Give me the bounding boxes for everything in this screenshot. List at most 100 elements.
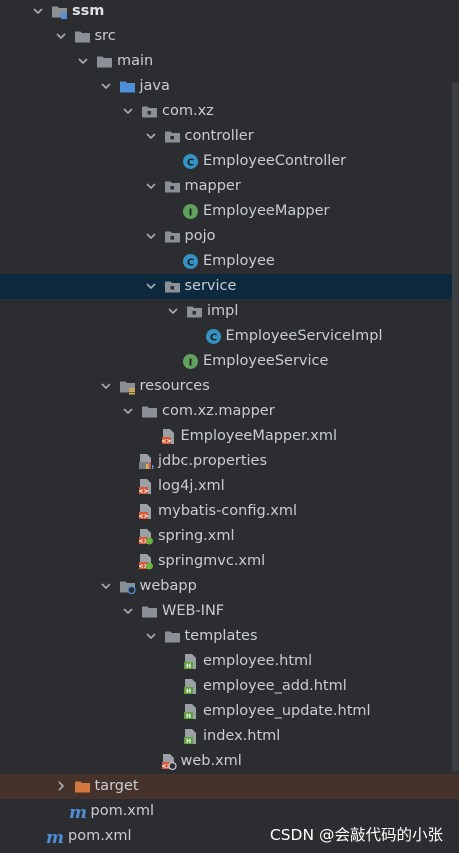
tree-row-java[interactable]: java (0, 74, 459, 99)
chevron-down-icon[interactable] (145, 180, 157, 192)
tree-item-label: index.html (203, 728, 281, 744)
chevron-down-icon[interactable] (145, 130, 157, 142)
chevron-down-icon[interactable] (77, 55, 89, 67)
tree-row-index-html[interactable]: Hindex.html (0, 724, 459, 749)
tree-item-label: controller (184, 128, 254, 144)
excluded-folder-icon (74, 778, 91, 795)
svg-text:H: H (186, 688, 191, 695)
html-file-icon: H (182, 678, 199, 695)
tree-item-label: mybatis-config.xml (158, 503, 298, 519)
folder-icon (74, 28, 91, 45)
tree-row-employee-update-html[interactable]: Hemployee_update.html (0, 699, 459, 724)
tree-row-springmvc-xml[interactable]: <> springmvc.xml (0, 549, 459, 574)
svg-text:C: C (209, 333, 216, 344)
java-class-icon: C (182, 153, 199, 170)
properties-file-icon (137, 453, 154, 470)
tree-item-label: EmployeeMapper (203, 203, 330, 219)
svg-text:C: C (187, 258, 194, 269)
tree-row-jdbc-properties[interactable]: jdbc.properties (0, 449, 459, 474)
svg-text:m: m (47, 828, 64, 845)
folder-icon (141, 403, 158, 420)
maven-file-icon: m (47, 828, 64, 845)
chevron-down-icon[interactable] (32, 5, 44, 17)
tree-item-label: EmployeeMapper.xml (180, 428, 338, 444)
tree-row-pojo[interactable]: pojo (0, 224, 459, 249)
tree-row-ssm[interactable]: ssm (0, 0, 459, 24)
chevron-down-icon[interactable] (145, 280, 157, 292)
package-icon (186, 303, 203, 320)
module-folder-icon (51, 3, 68, 20)
tree-item-label: Employee (203, 253, 275, 269)
chevron-down-icon[interactable] (100, 80, 112, 92)
tree-row-target[interactable]: target (0, 774, 459, 799)
tree-row-spring-xml[interactable]: <> spring.xml (0, 524, 459, 549)
tree-row-web-xml[interactable]: <> web.xml (0, 749, 459, 774)
java-interface-icon: I (182, 353, 199, 370)
tree-row-com-xz[interactable]: com.xz (0, 99, 459, 124)
chevron-down-icon[interactable] (145, 230, 157, 242)
xml-file-icon: <> (137, 478, 154, 495)
tree-item-label: mapper (184, 178, 241, 194)
tree-row-webapp[interactable]: webapp (0, 574, 459, 599)
folder-icon (96, 53, 113, 70)
tree-row-resources[interactable]: resources (0, 374, 459, 399)
tree-item-label: resources (139, 378, 210, 394)
tree-row-employeemapper[interactable]: I EmployeeMapper (0, 199, 459, 224)
chevron-down-icon[interactable] (122, 605, 134, 617)
tree-row-employeeserviceimpl[interactable]: C EmployeeServiceImpl (0, 324, 459, 349)
chevron-down-icon[interactable] (145, 630, 157, 642)
tree-row-log4j-xml[interactable]: <> log4j.xml (0, 474, 459, 499)
tree-row-mapper[interactable]: mapper (0, 174, 459, 199)
tree-row-employeecontroller[interactable]: C EmployeeController (0, 149, 459, 174)
xml-file-icon: <> (160, 428, 177, 445)
package-icon (164, 228, 181, 245)
tree-row-employee-add-html[interactable]: Hemployee_add.html (0, 674, 459, 699)
chevron-down-icon[interactable] (122, 405, 134, 417)
tree-item-label: src (94, 28, 116, 44)
web-folder-icon (119, 578, 136, 595)
tree-row-pom-xml[interactable]: m pom.xml (0, 799, 459, 824)
tree-item-label: web.xml (180, 753, 242, 769)
tree-item-label: pojo (184, 228, 216, 244)
tree-row-employee-html[interactable]: Hemployee.html (0, 649, 459, 674)
tree-row-service[interactable]: service (0, 274, 459, 299)
package-icon (164, 278, 181, 295)
tree-item-label: webapp (139, 578, 197, 594)
tree-item-label: com.xz.mapper (162, 403, 275, 419)
tree-item-label: ssm (72, 3, 105, 19)
tree-item-label: pom.xml (68, 828, 132, 844)
tree-row-main[interactable]: main (0, 49, 459, 74)
svg-text:<>: <> (138, 513, 148, 520)
chevron-down-icon[interactable] (167, 305, 179, 317)
tree-row-web-inf[interactable]: WEB-INF (0, 599, 459, 624)
tree-row-templates[interactable]: templates (0, 624, 459, 649)
spring-xml-file-icon: <> (137, 528, 154, 545)
tree-row-mybatis-config-xml[interactable]: <> mybatis-config.xml (0, 499, 459, 524)
chevron-down-icon[interactable] (100, 580, 112, 592)
package-icon (164, 128, 181, 145)
tree-row-src[interactable]: src (0, 24, 459, 49)
svg-text:<>: <> (161, 438, 171, 445)
tree-item-label: log4j.xml (158, 478, 225, 494)
html-file-icon: H (182, 703, 199, 720)
maven-file-icon: m (70, 803, 87, 820)
tree-item-label: EmployeeServiceImpl (225, 328, 383, 344)
tree-item-label: service (184, 278, 237, 294)
tree-row-com-xz-mapper[interactable]: com.xz.mapper (0, 399, 459, 424)
tree-row-employeeservice[interactable]: I EmployeeService (0, 349, 459, 374)
package-icon (141, 103, 158, 120)
svg-text:I: I (189, 208, 193, 219)
tree-row-controller[interactable]: controller (0, 124, 459, 149)
chevron-right-icon[interactable] (55, 780, 67, 792)
tree-item-label: employee_add.html (203, 678, 347, 694)
chevron-down-icon[interactable] (100, 380, 112, 392)
chevron-down-icon[interactable] (122, 105, 134, 117)
svg-text:C: C (187, 158, 194, 169)
tree-item-label: employee_update.html (203, 703, 371, 719)
vertical-scrollbar[interactable] (452, 82, 459, 772)
tree-row-employeemapper-xml[interactable]: <> EmployeeMapper.xml (0, 424, 459, 449)
chevron-down-icon[interactable] (55, 30, 67, 42)
tree-row-impl[interactable]: impl (0, 299, 459, 324)
html-file-icon: H (182, 653, 199, 670)
tree-row-employee[interactable]: C Employee (0, 249, 459, 274)
